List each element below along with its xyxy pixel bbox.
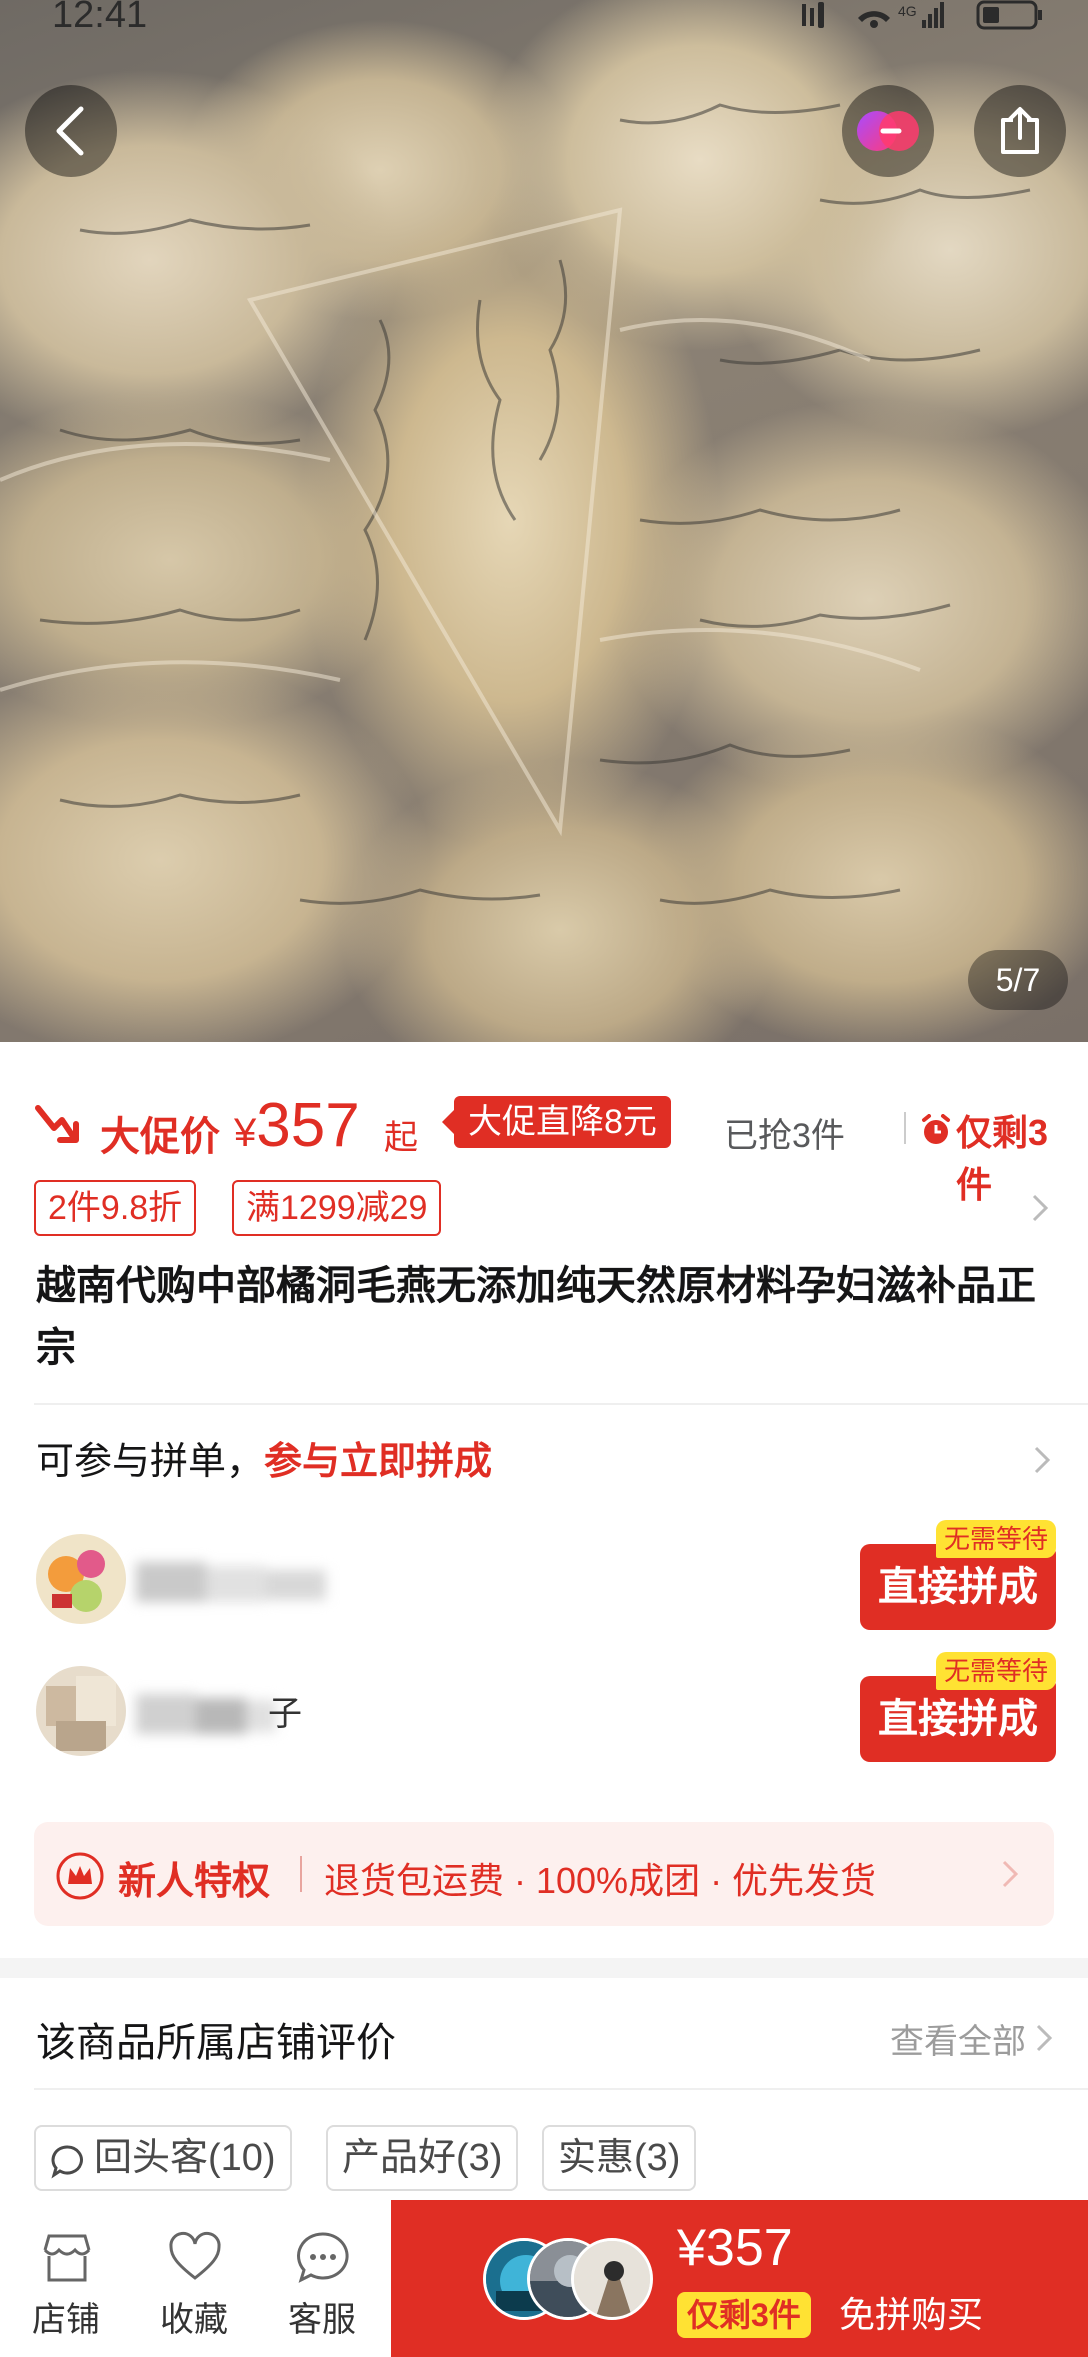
status-bar: 12:41 4G — [0, 0, 1088, 40]
svg-text:4G: 4G — [898, 3, 917, 19]
buy-price: ¥357 — [677, 2219, 793, 2277]
no-wait-badge: 无需等待 — [935, 1652, 1056, 1690]
chat-icon — [297, 2232, 349, 2283]
avatar — [36, 1534, 126, 1624]
avatar — [571, 2238, 653, 2320]
review-tag[interactable]: 产品好(3) — [326, 2125, 519, 2191]
no-wait-badge: 无需等待 — [935, 1520, 1056, 1558]
price-suffix: 起 — [384, 1119, 418, 1157]
status-icons: 4G — [802, 0, 1042, 30]
group-buy-label: 可参与拼单， — [36, 1441, 265, 1483]
coupon-tag[interactable]: 满1299减29 — [232, 1180, 442, 1236]
coupon-row[interactable]: 2件9.8折 满1299减29 — [34, 1180, 1064, 1236]
divider — [34, 2088, 1088, 2090]
divider — [300, 1856, 302, 1892]
buy-now-button[interactable]: ¥357 仅剩3件 免拼购买 — [391, 2200, 1088, 2357]
chevron-right-icon — [1002, 1860, 1019, 1888]
crown-icon — [56, 1852, 104, 1900]
section-gap — [0, 1958, 1088, 1978]
image-page-indicator: 5/7 — [968, 950, 1068, 1010]
chat-bubble-icon — [51, 2145, 83, 2179]
tab-label: 客服 — [288, 2301, 356, 2339]
price-label: 大促价 — [100, 1115, 220, 1159]
blurred-username — [136, 1562, 326, 1602]
new-user-title: 新人特权 — [118, 1861, 271, 1903]
group-member-row: 直接拼成 无需等待 — [36, 1520, 1056, 1630]
tab-favorite[interactable]: 收藏 — [134, 2222, 254, 2342]
tab-label: 收藏 — [160, 2301, 228, 2339]
divider — [34, 1403, 1088, 1405]
heart-icon — [169, 2231, 221, 2280]
product-title: 越南代购中部橘洞毛燕无添加纯天然原材料孕妇滋补品正宗 — [36, 1264, 1036, 1370]
tab-customer-service[interactable]: 客服 — [262, 2222, 382, 2342]
buy-stock-badge: 仅剩3件 — [677, 2292, 811, 2338]
username-tail: 子 — [268, 1695, 302, 1733]
heart-logo-icon — [857, 111, 919, 151]
price-value: ¥357 — [234, 1091, 360, 1160]
chevron-left-icon — [56, 106, 84, 156]
review-tags: 回头客(10) 产品好(3) 实惠(3) — [34, 2125, 1054, 2191]
review-tag[interactable]: 回头客(10) — [34, 2125, 292, 2191]
new-user-privilege-banner[interactable]: 新人特权 退货包运费 · 100%成团 · 优先发货 — [34, 1822, 1054, 1926]
new-user-benefits: 退货包运费 · 100%成团 · 优先发货 — [324, 1860, 877, 1901]
view-all-link[interactable]: 查看全部 — [890, 2014, 1026, 2063]
store-review-title: 该商品所属店铺评价 — [36, 2021, 396, 2065]
chevron-right-icon — [1034, 1446, 1051, 1474]
status-time: 12:41 — [52, 0, 148, 36]
chevron-right-icon — [1036, 2024, 1053, 2052]
share-button[interactable] — [974, 85, 1066, 177]
tab-store[interactable]: 店铺 — [6, 2222, 126, 2342]
coupon-tag[interactable]: 2件9.8折 — [34, 1180, 197, 1236]
product-image-carousel[interactable]: 12:41 4G 5/7 — [0, 0, 1088, 1042]
share-icon — [1001, 107, 1039, 154]
sold-count: 已抢3件 — [724, 1117, 845, 1155]
avatar — [36, 1666, 126, 1756]
store-review-header[interactable]: 该商品所属店铺评价 查看全部 — [36, 2010, 1056, 2070]
promo-button[interactable] — [842, 85, 934, 177]
chevron-right-icon — [1032, 1194, 1049, 1222]
store-icon — [43, 2234, 91, 2282]
alarm-clock-icon — [922, 1114, 950, 1144]
review-tag[interactable]: 实惠(3) — [542, 2125, 697, 2191]
divider — [904, 1112, 906, 1144]
back-button[interactable] — [25, 85, 117, 177]
tab-label: 店铺 — [32, 2301, 100, 2339]
buyer-avatars — [483, 2238, 663, 2320]
price-down-arrow-icon — [35, 1105, 79, 1143]
group-buy-row[interactable]: 可参与拼单，参与立即拼成 — [36, 1430, 1056, 1490]
price-row: 大促价 ¥357 起 大促直降8元 已抢3件 仅剩3件 — [34, 1090, 1064, 1205]
bottom-action-bar: 店铺 收藏 客服 ¥357 仅剩3件 免拼购买 — [0, 2200, 1088, 2357]
group-buy-action[interactable]: 参与立即拼成 — [264, 1441, 492, 1483]
blurred-username — [136, 1694, 276, 1734]
buy-label: 免拼购买 — [839, 2294, 984, 2335]
group-member-row: 子 直接拼成 无需等待 — [36, 1652, 1056, 1762]
promo-discount-tag: 大促直降8元 — [442, 1096, 671, 1148]
